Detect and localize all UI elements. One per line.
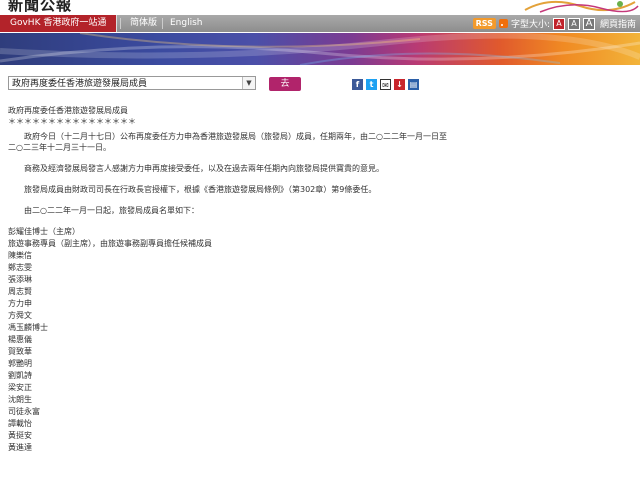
nav-divider: [162, 18, 163, 29]
list-item: 旅遊事務專員（副主席），由旅遊事務副專員擔任候補成員: [8, 239, 212, 248]
article-paragraph: 由二○二二年一月一日起，旅發局成員名單如下：: [24, 206, 199, 215]
list-item: 張添琳: [8, 275, 32, 284]
rss-label: RSS: [475, 19, 493, 28]
list-item: 譚載怡: [8, 419, 32, 428]
font-size-large-button[interactable]: A: [582, 17, 595, 30]
header-banner: [0, 33, 640, 65]
list-item: 沈朗生: [8, 395, 32, 404]
font-size-label: 字型大小:: [510, 20, 550, 30]
list-item: 黃挺安: [8, 431, 32, 440]
download-icon[interactable]: ↓: [394, 79, 405, 90]
rss-icon[interactable]: [498, 19, 508, 28]
sitemap-link[interactable]: 網頁指南: [600, 17, 636, 30]
font-size-medium-button[interactable]: A: [567, 17, 580, 30]
article-paragraph: 商務及經濟發展局發言人感謝方力申再度接受委任，以及在過去兩年任期內向旅發局提供寶…: [24, 164, 384, 173]
decorative-swirl: [524, 0, 639, 13]
list-item: 劉凱詩: [8, 371, 32, 380]
list-item: 梁安正: [8, 383, 32, 392]
toolbar-right: RSS 字型大小: A A A 網頁指南: [472, 16, 636, 31]
member-list: 彭耀佳博士（主席） 旅遊事務專員（副主席），由旅遊事務副專員擔任候補成員 陳樂信…: [8, 226, 628, 454]
list-item: 司徒永富: [8, 407, 40, 416]
list-item: 楊惠儀: [8, 335, 32, 344]
list-item: 方舜文: [8, 311, 32, 320]
share-toolbar: f t ✉ ↓ ▤: [352, 79, 419, 90]
site-title: 新聞公報: [8, 0, 73, 14]
list-item: 方力申: [8, 299, 32, 308]
top-nav-bar: GovHK 香港政府一站通 简体版 English RSS 字型大小: A A …: [0, 15, 640, 32]
list-item: 彭耀佳博士（主席）: [8, 227, 80, 236]
email-icon[interactable]: ✉: [380, 79, 391, 90]
topic-dropdown-value: 政府再度委任香港旅遊發展局成員: [12, 79, 148, 89]
topic-dropdown[interactable]: 政府再度委任香港旅遊發展局成員 ▼: [8, 76, 256, 90]
masthead: 新聞公報: [0, 0, 640, 14]
article-title: 政府再度委任香港旅遊發展局成員: [8, 106, 128, 115]
list-item: 鄭志雯: [8, 263, 32, 272]
article-paragraph: 政府今日（十二月十七日）公布再度委任方力申為香港旅遊發展局（旅發局）成員，任期兩…: [8, 132, 447, 152]
list-item: 郭艷明: [8, 359, 32, 368]
list-item: 賀致華: [8, 347, 32, 356]
rss-button[interactable]: RSS: [472, 18, 496, 29]
govhk-link[interactable]: GovHK 香港政府一站通: [0, 15, 118, 32]
article-content: 政府再度委任香港旅遊發展局成員 ＊＊＊＊＊＊＊＊＊＊＊＊＊＊＊＊ 政府今日（十二…: [8, 105, 628, 454]
print-icon[interactable]: ▤: [408, 79, 419, 90]
list-item: 周志賢: [8, 287, 32, 296]
twitter-icon[interactable]: t: [366, 79, 377, 90]
list-item: 黃進達: [8, 443, 32, 452]
facebook-icon[interactable]: f: [352, 79, 363, 90]
list-item: 陳樂信: [8, 251, 32, 260]
chevron-down-icon: ▼: [242, 77, 255, 89]
title-underline-stars: ＊＊＊＊＊＊＊＊＊＊＊＊＊＊＊＊: [8, 117, 136, 126]
english-link[interactable]: English: [170, 15, 203, 32]
list-item: 馮玉麟博士: [8, 323, 48, 332]
font-size-small-button[interactable]: A: [552, 17, 565, 30]
go-button[interactable]: 去: [269, 77, 301, 91]
banner-graphic: [0, 33, 640, 65]
nav-divider: [120, 18, 121, 29]
simplified-chinese-link[interactable]: 简体版: [130, 15, 157, 32]
article-paragraph: 旅發局成員由財政司司長在行政長官授權下，根據《香港旅遊發展局條例》（第302章）…: [24, 185, 377, 194]
